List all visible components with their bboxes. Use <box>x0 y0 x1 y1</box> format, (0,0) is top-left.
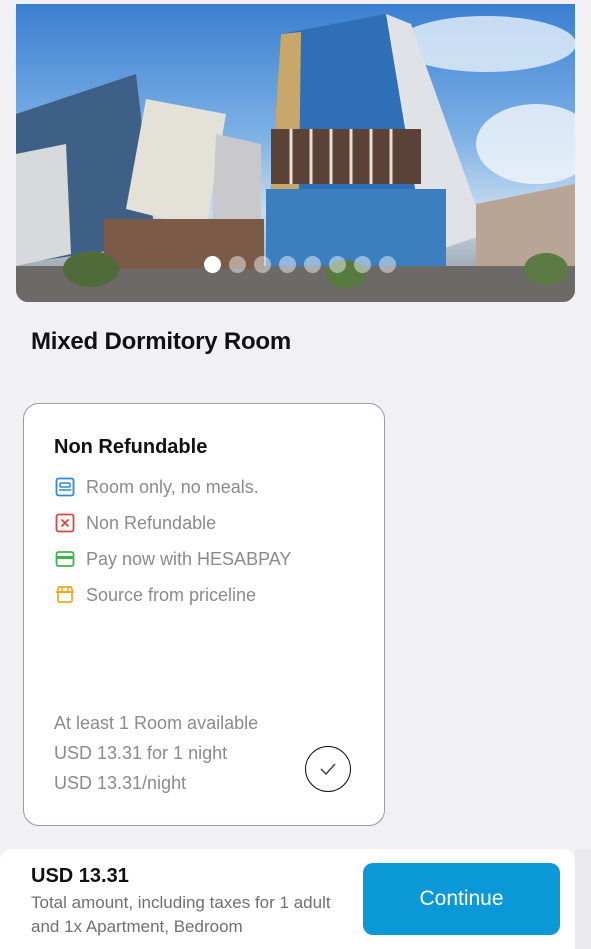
booking-footer: USD 13.31 Total amount, including taxes … <box>0 849 575 949</box>
carousel-indicator[interactable] <box>204 256 396 273</box>
feature-meals: Room only, no meals. <box>54 476 259 498</box>
credit-card-icon <box>54 548 76 570</box>
feature-source: Source from priceline <box>54 584 256 606</box>
carousel-dot[interactable] <box>279 256 296 273</box>
footer-price: USD 13.31 <box>31 865 129 887</box>
total-price-text: USD 13.31 for 1 night <box>54 743 228 763</box>
carousel-dot[interactable] <box>254 256 271 273</box>
carousel-dot[interactable] <box>229 256 246 273</box>
availability-text: At least 1 Room available <box>54 713 259 733</box>
close-box-icon <box>54 512 76 534</box>
feature-text: Source from priceline <box>86 584 257 605</box>
nightly-price-text: USD 13.31/night <box>54 773 187 793</box>
rate-option-card[interactable]: Non Refundable Room only, no meals. Non … <box>23 403 385 826</box>
carousel-dot[interactable] <box>354 256 371 273</box>
feature-payment: Pay now with HESABPAY <box>54 548 291 570</box>
continue-button[interactable]: Continue <box>363 863 560 935</box>
carousel-dot[interactable] <box>379 256 396 273</box>
feature-text: Pay now with HESABPAY <box>86 548 292 569</box>
feature-text: Room only, no meals. <box>86 476 259 497</box>
bed-icon <box>54 476 76 498</box>
storefront-icon <box>54 584 76 606</box>
room-title: Mixed Dormitory Room <box>31 328 292 355</box>
select-rate-checkbox[interactable] <box>305 746 351 792</box>
carousel-dot[interactable] <box>204 256 221 273</box>
footer-total-description: Total amount, including taxes for 1 adul… <box>31 893 331 936</box>
checkmark-icon <box>320 763 336 776</box>
carousel-dot[interactable] <box>329 256 346 273</box>
footer-edge <box>575 849 591 949</box>
feature-refund: Non Refundable <box>54 512 216 534</box>
feature-text: Non Refundable <box>86 512 217 533</box>
rate-title: Non Refundable <box>54 436 208 458</box>
hotel-photo-carousel[interactable] <box>16 4 575 302</box>
carousel-dot[interactable] <box>304 256 321 273</box>
